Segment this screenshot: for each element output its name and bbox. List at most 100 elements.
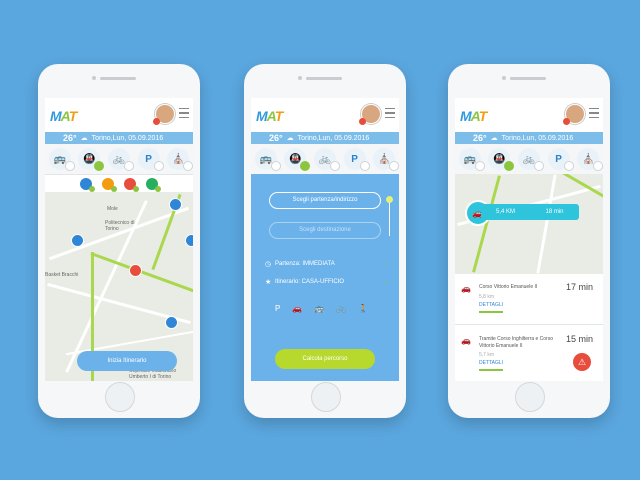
destination-field[interactable]: Scegli destinazione: [269, 222, 381, 239]
clock-icon: ◷: [265, 261, 272, 268]
weather-bar: 26° ☁ Torino,Lun, 05.09.2016: [455, 132, 603, 144]
metro-mode-button[interactable]: 🚇: [78, 148, 105, 171]
menu-icon[interactable]: [385, 108, 395, 118]
calculate-route-button[interactable]: Calcola percorso: [275, 349, 375, 369]
transport-modes: 🚌 🚇 🚲 P ⛪: [251, 144, 399, 175]
walk-option[interactable]: 🚶: [358, 304, 368, 313]
parking-option[interactable]: P: [275, 304, 280, 313]
bus-stop-pin[interactable]: [169, 198, 182, 211]
bus-icon: 🚌: [259, 153, 273, 165]
camera: [92, 76, 96, 80]
details-link[interactable]: DETTAGLI: [479, 360, 503, 366]
route-distance: 5,8 km: [479, 294, 495, 300]
start-itinerary-button[interactable]: Inizia Itinerario: [77, 351, 177, 371]
car-icon: 🚗: [461, 284, 471, 293]
bike-option[interactable]: 🚲: [336, 304, 346, 313]
bus-icon: 🚌: [463, 153, 477, 165]
avatar[interactable]: [359, 104, 381, 125]
avatar[interactable]: [153, 104, 175, 125]
menu-icon[interactable]: [589, 108, 599, 118]
home-button[interactable]: [311, 382, 341, 412]
transport-modes: 🚌 🚇 🚲 P ⛪: [45, 144, 193, 175]
filter-parking[interactable]: [146, 178, 161, 192]
car-option[interactable]: 🚗: [292, 304, 302, 313]
route-summary: 5,4 KM 18 min: [481, 204, 579, 220]
metro-mode-button[interactable]: 🚇: [284, 148, 311, 171]
distance-label: 5,4 KM: [495, 209, 515, 215]
parking-mode-button[interactable]: P: [137, 148, 164, 171]
start-field[interactable]: Scegli partenza/indirizzo: [269, 192, 381, 209]
bike-icon: 🚲: [318, 153, 332, 165]
temperature: 26°: [269, 133, 283, 143]
bus-mode-button[interactable]: 🚌: [254, 148, 281, 171]
avatar[interactable]: [563, 104, 585, 125]
speaker: [306, 77, 342, 80]
parking-icon: P: [145, 153, 152, 165]
departure-option[interactable]: ◷ Partenza: IMMEDIATA ⌄: [265, 260, 389, 268]
parking-icon: P: [351, 153, 358, 165]
route-distance: 5,7 km: [479, 352, 495, 358]
warning-pin[interactable]: [129, 264, 142, 277]
cloud-icon: ☁: [490, 135, 498, 142]
bus-option[interactable]: 🚌: [314, 304, 324, 313]
bus-mode-button[interactable]: 🚌: [458, 148, 485, 171]
monument-mode-button[interactable]: ⛪: [577, 148, 603, 171]
route-time: 15 min: [565, 334, 593, 344]
route-connector: [389, 200, 390, 236]
home-button[interactable]: [515, 382, 545, 412]
map-label: Politecnico di Torino: [105, 220, 135, 232]
filter-bus[interactable]: [80, 178, 95, 192]
cloud-icon: ☁: [80, 135, 88, 142]
map-filters: [45, 175, 193, 193]
duration-label: 18 min: [545, 209, 564, 215]
bike-mode-button[interactable]: 🚲: [107, 148, 134, 171]
transport-selector: P 🚗 🚌 🚲 🚶: [275, 304, 368, 313]
bus-stop-pin[interactable]: [185, 234, 193, 247]
phone-1: MAT 26° ☁ Torino,Lun, 05.09.2016 🚌 🚇 🚲 P…: [38, 64, 200, 418]
details-link[interactable]: DETTAGLI: [479, 302, 503, 308]
app-bar: MAT: [455, 98, 603, 132]
app-bar: MAT: [45, 98, 193, 132]
chevron-down-icon: ⌄: [383, 261, 389, 268]
transport-modes: 🚌 🚇 🚲 P ⛪: [455, 144, 603, 175]
menu-icon[interactable]: [179, 108, 189, 118]
map-label: Mole: [107, 206, 118, 212]
route-bar: [479, 369, 503, 371]
bus-stop-pin[interactable]: [71, 234, 84, 247]
app-logo: MAT: [256, 108, 283, 124]
bike-mode-button[interactable]: 🚲: [313, 148, 340, 171]
home-button[interactable]: [105, 382, 135, 412]
parking-icon: P: [555, 153, 562, 165]
filter-bike[interactable]: [102, 178, 117, 192]
itinerary-option[interactable]: ★ Itinerario: CASA-UFFICIO ⌄: [265, 278, 389, 286]
start-dot: [386, 196, 393, 203]
camera: [502, 76, 506, 80]
route-bar: [479, 311, 503, 313]
route-time: 17 min: [565, 282, 593, 292]
bike-mode-button[interactable]: 🚲: [517, 148, 544, 171]
weather-bar: 26° ☁ Torino,Lun, 05.09.2016: [45, 132, 193, 144]
bus-mode-button[interactable]: 🚌: [48, 148, 75, 171]
temperature: 26°: [63, 133, 77, 143]
monument-mode-button[interactable]: ⛪: [167, 148, 193, 171]
bus-stop-pin[interactable]: [165, 316, 178, 329]
monument-mode-button[interactable]: ⛪: [373, 148, 399, 171]
parking-mode-button[interactable]: P: [343, 148, 370, 171]
map-label: Basket Bracchi: [45, 272, 79, 278]
metro-mode-button[interactable]: 🚇: [488, 148, 515, 171]
departure-label: Partenza: IMMEDIATA: [275, 261, 335, 267]
cloud-icon: ☁: [286, 135, 294, 142]
bike-icon: 🚲: [112, 153, 126, 165]
screen-route-results: MAT 26° ☁ Torino,Lun, 05.09.2016 🚌 🚇 🚲 P…: [455, 98, 603, 381]
phone-2: MAT 26° ☁ Torino,Lun, 05.09.2016 🚌 🚇 🚲 P…: [244, 64, 406, 418]
parking-mode-button[interactable]: P: [547, 148, 574, 171]
date-label: Torino,Lun, 05.09.2016: [297, 134, 370, 142]
date-label: Torino,Lun, 05.09.2016: [91, 134, 164, 142]
filter-warning[interactable]: [124, 178, 139, 192]
chevron-down-icon: ⌄: [383, 279, 389, 286]
app-bar: MAT: [251, 98, 399, 132]
phone-3: MAT 26° ☁ Torino,Lun, 05.09.2016 🚌 🚇 🚲 P…: [448, 64, 610, 418]
route-option-1[interactable]: 🚗 Corso Vittorio Emanuele II 5,8 km DETT…: [455, 274, 603, 325]
route-option-2[interactable]: 🚗 Tramite Corso Inghilterra e Corso Vitt…: [455, 326, 603, 381]
speaker: [510, 77, 546, 80]
